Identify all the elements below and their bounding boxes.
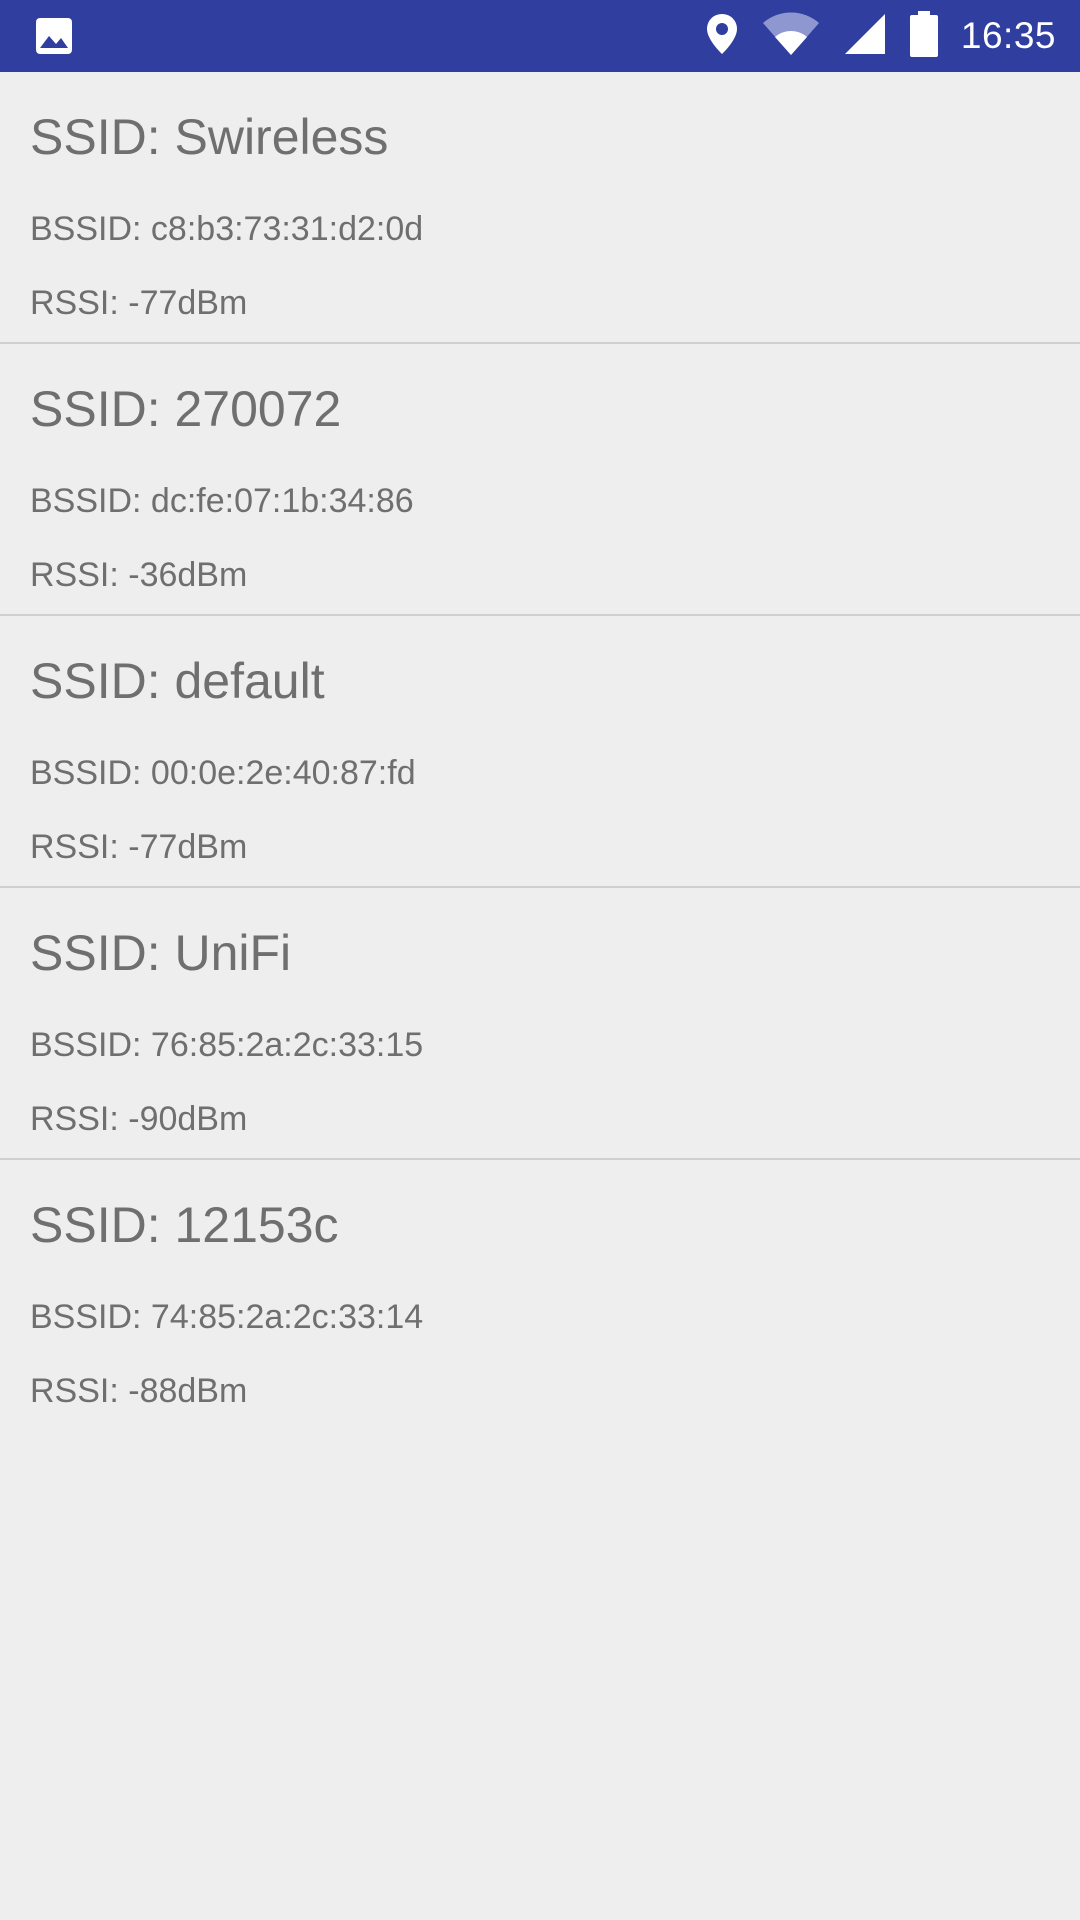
location-pin-icon — [705, 12, 739, 61]
status-bar: 16:35 — [0, 0, 1080, 72]
bssid-label: BSSID: c8:b3:73:31:d2:0d — [30, 210, 424, 248]
bssid-label: BSSID: 76:85:2a:2c:33:15 — [30, 1026, 424, 1064]
list-item[interactable]: SSID: UniFi BSSID: 76:85:2a:2c:33:15 RSS… — [0, 888, 1080, 1160]
wifi-icon — [761, 11, 821, 62]
rssi-label: RSSI: -90dBm — [30, 1100, 248, 1138]
status-time: 16:35 — [960, 15, 1056, 56]
image-icon — [34, 16, 74, 56]
list-item[interactable]: SSID: default BSSID: 00:0e:2e:40:87:fd R… — [0, 616, 1080, 888]
list-item[interactable]: SSID: 270072 BSSID: dc:fe:07:1b:34:86 RS… — [0, 344, 1080, 616]
rssi-label: RSSI: -77dBm — [30, 284, 248, 322]
status-icons: 16:35 — [705, 0, 1056, 72]
ssid-label: SSID: 12153c — [30, 1197, 339, 1253]
rssi-label: RSSI: -77dBm — [30, 828, 248, 866]
ssid-label: SSID: UniFi — [30, 925, 292, 981]
bssid-label: BSSID: 00:0e:2e:40:87:fd — [30, 754, 416, 792]
ssid-label: SSID: 270072 — [30, 381, 342, 437]
rssi-label: RSSI: -36dBm — [30, 556, 248, 594]
cell-signal-icon — [843, 12, 887, 61]
battery-icon — [909, 10, 939, 62]
ssid-label: SSID: Swireless — [30, 109, 389, 165]
ssid-label: SSID: default — [30, 653, 325, 709]
list-item[interactable]: SSID: 12153c BSSID: 74:85:2a:2c:33:14 RS… — [0, 1160, 1080, 1432]
bssid-label: BSSID: 74:85:2a:2c:33:14 — [30, 1298, 424, 1336]
bssid-label: BSSID: dc:fe:07:1b:34:86 — [30, 482, 414, 520]
list-item[interactable]: SSID: Swireless BSSID: c8:b3:73:31:d2:0d… — [0, 72, 1080, 344]
wifi-network-list[interactable]: SSID: Swireless BSSID: c8:b3:73:31:d2:0d… — [0, 72, 1080, 1432]
rssi-label: RSSI: -88dBm — [30, 1372, 248, 1410]
